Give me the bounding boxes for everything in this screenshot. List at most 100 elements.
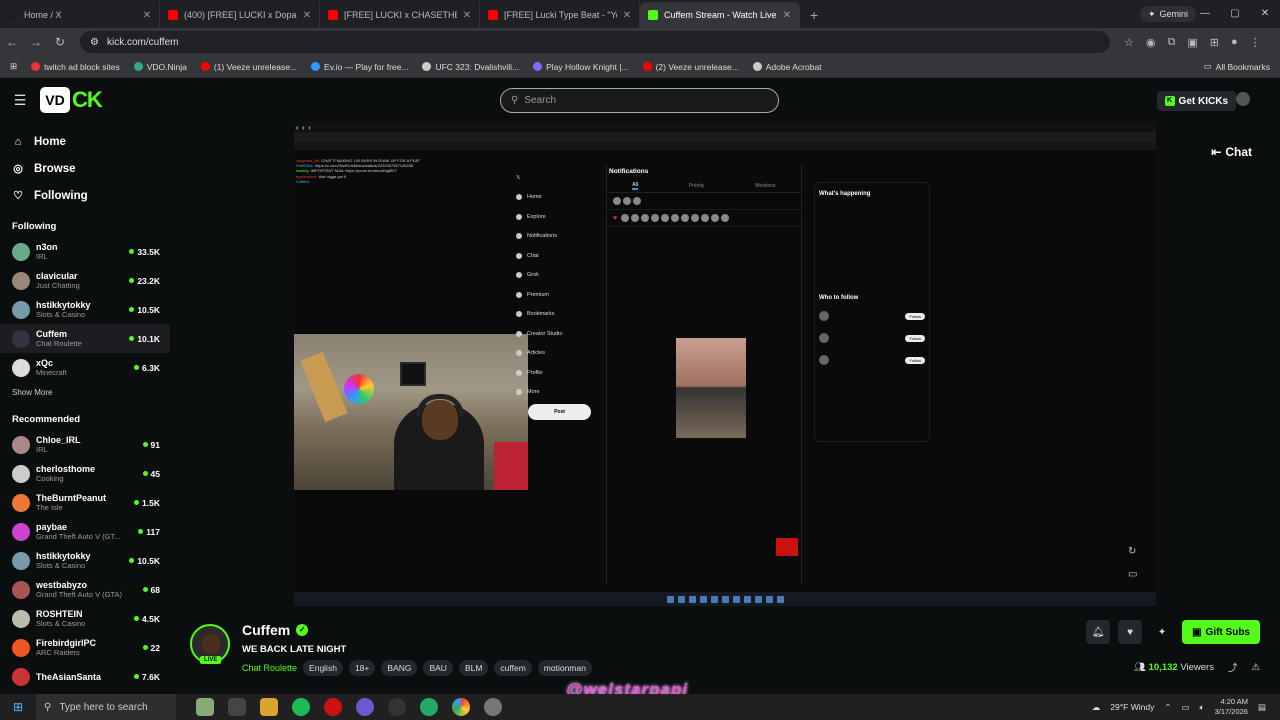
streamer-name[interactable]: Cuffem [242, 622, 290, 638]
tray-chevron-icon[interactable]: ⌃ [1164, 702, 1171, 713]
chat-bubble-icon[interactable]: ▭ [1128, 569, 1137, 580]
channel-item-firebirdgirlpc[interactable]: FirebirdgirlPC ARC Raiders 22 [0, 633, 170, 662]
weather-text[interactable]: 29°F Windy [1110, 702, 1154, 712]
channel-item-roshtein[interactable]: ROSHTEIN Slots & Casino 4.5K [0, 604, 170, 633]
channel-item-paybae[interactable]: paybae Grand Theft Auto V (GT... 117 [0, 517, 170, 546]
stream-tag[interactable]: motionman [537, 660, 592, 676]
get-kicks-button[interactable]: K Get KICKs [1156, 91, 1236, 111]
share-icon[interactable]: ⤴ [1228, 660, 1238, 674]
stream-category[interactable]: Chat Roulette [242, 663, 297, 673]
stream-tag[interactable]: English [303, 660, 343, 676]
bookmark-item[interactable]: VDO.Ninja [133, 62, 187, 72]
minimize-icon[interactable]: — [1190, 0, 1220, 28]
tab-close-icon[interactable]: ✕ [623, 10, 631, 21]
bookmark-item[interactable]: Adobe Acrobat [752, 62, 822, 72]
gemini-button[interactable]: ✦ Gemini [1139, 6, 1196, 22]
search-input[interactable]: ⚲ Search [500, 88, 779, 113]
close-window-icon[interactable]: ✕ [1250, 0, 1280, 28]
site-info-icon[interactable]: ⚙ [90, 37, 99, 48]
nav-following[interactable]: ♡ Following [0, 182, 170, 209]
gift-subs-button[interactable]: ▣ Gift Subs [1182, 620, 1260, 644]
notification-bell-icon[interactable]: 🔔︎ [1086, 620, 1111, 644]
channel-item-theburntpeanut[interactable]: TheBurntPeanut The Isle 1.5K [0, 488, 170, 517]
bookmark-item[interactable]: (1) Veeze unrelease... [200, 62, 297, 72]
reload-icon[interactable]: ↻ [48, 35, 72, 49]
show-more-button[interactable]: Show More [0, 382, 170, 402]
nav-home[interactable]: ⌂ Home [0, 128, 170, 155]
channel-item-n3on[interactable]: n3on IRL 33.5K [0, 237, 170, 266]
browser-tab[interactable]: [FREE] LUCKI x CHASETHEMONEY ✕ [320, 2, 480, 28]
windows-start-icon[interactable]: ⊞ [0, 694, 36, 720]
menu-dots-icon[interactable]: ⋮ [1250, 36, 1261, 49]
channel-item-chloe_irl[interactable]: Chloe_IRL IRL 91 [0, 430, 170, 459]
tab-search-icon[interactable]: ⊞ [1210, 36, 1219, 49]
stream-tag[interactable]: BLM [458, 660, 489, 676]
channel-item-cherlosthome[interactable]: cherlosthome Cooking 45 [0, 459, 170, 488]
new-tab-icon[interactable]: + [800, 2, 828, 28]
bookmark-item[interactable]: Ev.io — Play for free... [311, 62, 408, 72]
notification-center-icon[interactable]: ▤ [1258, 702, 1266, 713]
app-green-icon[interactable] [420, 698, 438, 716]
volume-icon[interactable]: 🔈︎ [1199, 702, 1204, 713]
stream-tag[interactable]: 18+ [348, 660, 376, 676]
red-thumbnail [776, 538, 798, 556]
report-icon[interactable]: ⚠ [1251, 662, 1260, 673]
channel-item-hstikkytokky[interactable]: hstikkytokky Slots & Casino 10.5K [0, 295, 170, 324]
bookmark-item[interactable]: (2) Veeze unrelease... [642, 62, 739, 72]
bookmark-item[interactable]: Play Hollow Knight |... [533, 62, 629, 72]
gift-icon[interactable]: ✦ [1150, 620, 1174, 644]
tab-close-icon[interactable]: ✕ [303, 10, 311, 21]
profile-icon[interactable]: ● [1231, 36, 1238, 49]
stream-tag[interactable]: BANG [381, 660, 418, 676]
follow-heart-icon[interactable]: ♥ [1118, 620, 1143, 644]
channel-item-westbabyzo[interactable]: westbabyzo Grand Theft Auto V (GTA) 68 [0, 575, 170, 604]
tab-close-icon[interactable]: ✕ [463, 10, 471, 21]
video-player[interactable]: ▮ ▮ ▮ capybara_88: CHATTI MAKING 100 BARS … [294, 122, 1156, 606]
puzzle-icon[interactable]: ⧉ [1167, 36, 1175, 49]
obs-icon[interactable] [388, 698, 406, 716]
chrome-icon[interactable] [452, 698, 470, 716]
bookmark-star-icon[interactable]: ☆ [1124, 36, 1134, 49]
taskbar-search[interactable]: ⚲ Type here to search [36, 694, 176, 720]
channel-item-hstikkytokky[interactable]: hstikkytokky Slots & Casino 10.5K [0, 546, 170, 575]
nav-browse[interactable]: ◎ Browse [0, 155, 170, 182]
chat-toggle-button[interactable]: ⇤ Chat [1211, 145, 1252, 159]
stream-tag[interactable]: BAU [423, 660, 453, 676]
network-icon[interactable]: ▭ [1181, 702, 1189, 713]
channel-name: hstikkytokky [36, 551, 91, 561]
back-icon[interactable]: ← [0, 35, 24, 49]
all-bookmarks[interactable]: ▭ All Bookmarks [1204, 61, 1270, 72]
channel-item-clavicular[interactable]: clavicular Just Chatting 23.2K [0, 266, 170, 295]
channel-item-cuffem[interactable]: Cuffem Chat Roulette 10.1K [0, 324, 170, 353]
browser-tab[interactable]: Cuffem Stream - Watch Live ✕ [640, 2, 800, 28]
kick-logo[interactable]: VD CK [40, 87, 103, 113]
apps-grid-icon[interactable]: ⊞ [10, 61, 17, 72]
settings-icon[interactable] [484, 698, 502, 716]
channel-category: IRL [36, 252, 48, 261]
refresh-icon[interactable]: ↻ [1128, 546, 1137, 557]
cast-icon[interactable]: ▣ [1187, 36, 1197, 49]
task-view-icon[interactable] [228, 698, 246, 716]
maximize-icon[interactable]: ▢ [1220, 0, 1250, 28]
spotify-icon[interactable] [292, 698, 310, 716]
bookmark-item[interactable]: UFC 323: Dvalishvili... [422, 62, 519, 72]
channel-item-xqc[interactable]: xQc Minecraft 6.3K [0, 353, 170, 382]
app-red-icon[interactable] [324, 698, 342, 716]
browser-tab[interactable]: [FREE] Lucki Type Beat - "You G ✕ [480, 2, 640, 28]
bookmark-item[interactable]: twitch ad block sites [31, 62, 120, 72]
browser-tab[interactable]: Home / X ✕ [0, 2, 160, 28]
url-field[interactable]: ⚙ kick.com/cuffem [80, 31, 1110, 53]
taskbar-widget-icon[interactable] [196, 698, 214, 716]
forward-icon[interactable]: → [24, 35, 48, 49]
hamburger-menu-icon[interactable]: ☰ [0, 92, 40, 109]
clock[interactable]: 4:20 AM 3/17/2026 [1215, 697, 1248, 717]
user-avatar-icon[interactable] [1236, 92, 1250, 106]
stream-tag[interactable]: cuffem [494, 660, 532, 676]
channel-item-theasiansanta[interactable]: TheAsianSanta 7.6K [0, 662, 170, 691]
extension-icon[interactable]: ◉ [1146, 36, 1156, 49]
tab-close-icon[interactable]: ✕ [783, 10, 791, 21]
discord-icon[interactable] [356, 698, 374, 716]
tab-close-icon[interactable]: ✕ [143, 10, 151, 21]
file-explorer-icon[interactable] [260, 698, 278, 716]
browser-tab[interactable]: (400) [FREE] LUCKI x Dopamine ✕ [160, 2, 320, 28]
